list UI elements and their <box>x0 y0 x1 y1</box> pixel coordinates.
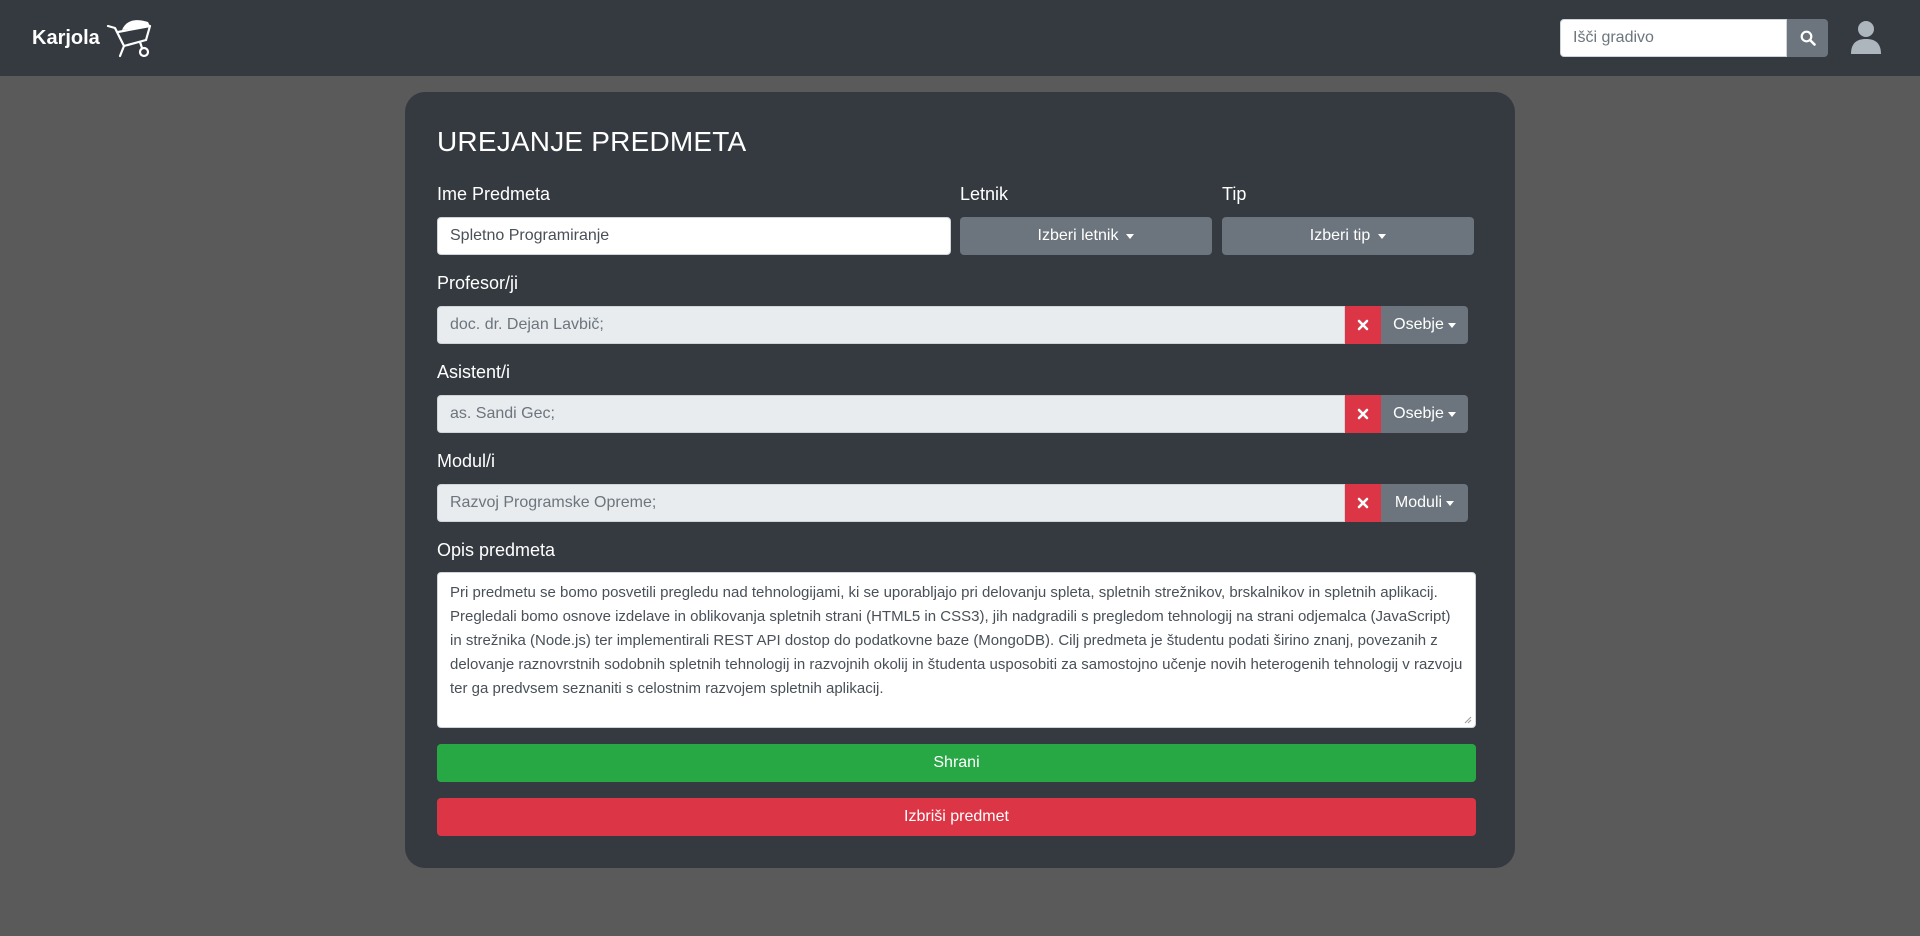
clear-professors-button[interactable] <box>1345 306 1381 344</box>
page-title: UREJANJE PREDMETA <box>437 126 747 157</box>
professors-dropdown-label: Osebje <box>1393 316 1444 333</box>
user-icon[interactable] <box>1850 20 1882 54</box>
professors-group: doc. dr. Dejan Lavbič; Osebje <box>437 306 1468 344</box>
professors-input[interactable]: doc. dr. Dejan Lavbič; <box>437 306 1345 344</box>
professors-value: doc. dr. Dejan Lavbič; <box>450 316 604 333</box>
search-group <box>1560 19 1828 57</box>
subject-name-value: Spletno Programiranje <box>450 227 610 244</box>
modules-dropdown[interactable]: Moduli <box>1381 484 1468 522</box>
assistants-label: Asistent/i <box>437 362 511 382</box>
resize-grip-icon[interactable] <box>1462 714 1472 724</box>
modules-label: Modul/i <box>437 451 496 471</box>
description-textarea[interactable]: Pri predmetu se bomo posvetili pregledu … <box>437 572 1476 728</box>
edit-subject-card: UREJANJE PREDMETA Ime Predmeta Letnik Ti… <box>405 92 1515 868</box>
clear-assistants-button[interactable] <box>1345 395 1381 433</box>
assistants-dropdown-label: Osebje <box>1393 405 1444 422</box>
brand-name: Karjola <box>32 26 100 49</box>
clear-modules-button[interactable] <box>1345 484 1381 522</box>
caret-down-icon <box>1446 501 1455 506</box>
subject-name-label: Ime Predmeta <box>437 184 551 204</box>
navbar: Karjola <box>0 0 1920 76</box>
professors-dropdown[interactable]: Osebje <box>1381 306 1468 344</box>
modules-input[interactable]: Razvoj Programske Opreme; <box>437 484 1345 522</box>
search-button[interactable] <box>1787 19 1828 57</box>
type-dropdown[interactable]: Izberi tip <box>1222 217 1474 255</box>
assistants-dropdown[interactable]: Osebje <box>1381 395 1468 433</box>
description-value: Pri predmetu se bomo posvetili pregledu … <box>450 584 1463 697</box>
delete-subject-button[interactable]: Izbriši predmet <box>437 798 1476 836</box>
caret-down-icon <box>1447 412 1456 417</box>
assistants-value: as. Sandi Gec; <box>450 405 555 422</box>
year-dropdown[interactable]: Izberi letnik <box>960 217 1212 255</box>
caret-down-icon <box>1378 234 1387 239</box>
close-icon <box>1357 497 1369 509</box>
close-icon <box>1357 319 1369 331</box>
caret-down-icon <box>1126 234 1135 239</box>
save-button[interactable]: Shrani <box>437 744 1476 782</box>
subject-name-input[interactable]: Spletno Programiranje <box>437 217 951 255</box>
wheelbarrow-icon <box>106 20 151 58</box>
description-label: Opis predmeta <box>437 540 556 560</box>
year-label: Letnik <box>960 184 1009 204</box>
type-dropdown-label: Izberi tip <box>1309 227 1371 244</box>
assistants-group: as. Sandi Gec; Osebje <box>437 395 1468 433</box>
close-icon <box>1357 408 1369 420</box>
assistants-input[interactable]: as. Sandi Gec; <box>437 395 1345 433</box>
professors-label: Profesor/ji <box>437 273 519 293</box>
type-label: Tip <box>1222 184 1247 204</box>
brand[interactable]: Karjola <box>32 16 154 60</box>
caret-down-icon <box>1447 323 1456 328</box>
modules-group: Razvoj Programske Opreme; Moduli <box>437 484 1468 522</box>
year-dropdown-label: Izberi letnik <box>1037 227 1119 244</box>
search-icon <box>1800 30 1816 46</box>
search-input[interactable] <box>1560 19 1787 57</box>
modules-dropdown-label: Moduli <box>1394 494 1443 511</box>
modules-value: Razvoj Programske Opreme; <box>450 494 657 511</box>
